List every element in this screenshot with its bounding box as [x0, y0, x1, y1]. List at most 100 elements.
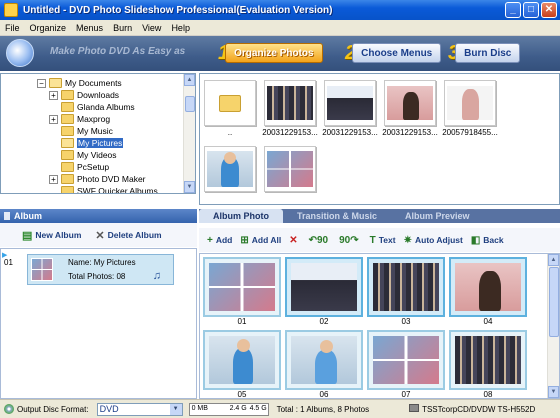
tree-item-my-music[interactable]: My Music	[49, 125, 113, 137]
organize-photos-button[interactable]: Organize Photos	[225, 43, 323, 63]
step-burn-disc[interactable]: 3 Burn Disc	[448, 40, 521, 66]
tree-item-pcsetup[interactable]: PcSetup	[49, 161, 109, 173]
minimize-button[interactable]: _	[505, 2, 521, 18]
album-photo-cell[interactable]	[449, 330, 527, 390]
album-photo	[209, 336, 275, 384]
delete-album-button[interactable]: ✕ Delete Album	[95, 229, 161, 242]
album-index: 01	[2, 251, 13, 267]
collapse-icon[interactable]: −	[37, 78, 46, 88]
album-photo-caption: 02	[319, 317, 329, 326]
tree-item-my-pictures[interactable]: My Pictures	[49, 137, 124, 149]
text-button[interactable]: T Text	[370, 235, 396, 246]
file-thumb[interactable]	[324, 80, 376, 126]
photo-toolbar: + Add ⊞ Add All ✕ ↶90 90↷ T Text ✷ Auto …	[199, 228, 560, 252]
scroll-thumb[interactable]	[185, 96, 195, 112]
menu-file[interactable]: File	[0, 23, 25, 33]
title-bar: Untitled - DVD Photo Slideshow Professio…	[0, 0, 560, 20]
disc-format-select[interactable]: DVD ▼	[96, 402, 183, 416]
album-photo-cell[interactable]	[203, 257, 281, 317]
file-thumb[interactable]	[204, 146, 256, 192]
file-caption: 20031229153...	[262, 128, 318, 137]
album-panel-header: Album	[0, 209, 197, 223]
disc-format-value: DVD	[99, 403, 119, 414]
tree-item-my-documents[interactable]: − My Documents	[37, 77, 122, 89]
tree-item-downloads[interactable]: + Downloads	[49, 89, 119, 101]
auto-adjust-button[interactable]: ✷ Auto Adjust	[404, 235, 463, 246]
tab-album-preview[interactable]: Album Preview	[391, 209, 484, 223]
rotate-right-button[interactable]: 90↷	[339, 235, 362, 246]
chevron-down-icon[interactable]: ▼	[169, 403, 182, 415]
file-thumb[interactable]	[444, 80, 496, 126]
rotate-left-button[interactable]: ↶90	[309, 235, 332, 246]
choose-menus-button[interactable]: Choose Menus	[352, 43, 442, 63]
new-album-button[interactable]: ▤ New Album	[22, 229, 81, 242]
tree-item-label: PcSetup	[77, 162, 110, 172]
file-thumb-parent-folder[interactable]	[204, 80, 256, 126]
window-title: Untitled - DVD Photo Slideshow Professio…	[23, 4, 333, 16]
album-cover-thumb	[31, 258, 53, 281]
scroll-down-arrow-icon[interactable]: ▼	[548, 386, 559, 398]
burn-disc-button[interactable]: Burn Disc	[455, 43, 521, 63]
album-photo-cell[interactable]	[203, 330, 281, 390]
menu-organize[interactable]: Organize	[25, 23, 72, 33]
add-button[interactable]: + Add	[207, 235, 232, 246]
scroll-thumb[interactable]	[549, 267, 559, 337]
tree-item-swf-quicker-albums[interactable]: SWF Quicker Albums	[49, 185, 158, 193]
expand-icon[interactable]: +	[49, 114, 58, 124]
remove-icon: ✕	[289, 234, 298, 246]
tree-scrollbar[interactable]: ▲ ▼	[183, 74, 195, 193]
tree-item-my-videos[interactable]: My Videos	[49, 149, 117, 161]
file-thumb[interactable]	[264, 80, 316, 126]
album-photo-cell[interactable]	[367, 257, 445, 317]
tab-transition-music[interactable]: Transition & Music	[283, 209, 391, 223]
close-button[interactable]: ✕	[541, 2, 557, 18]
back-button[interactable]: ◧ Back	[471, 235, 504, 246]
menu-view[interactable]: View	[137, 23, 166, 33]
tree-item-photo-dvd-maker[interactable]: + Photo DVD Maker	[49, 173, 146, 185]
album-photo	[291, 336, 357, 384]
expand-icon[interactable]: +	[49, 90, 58, 100]
scroll-down-arrow-icon[interactable]: ▼	[184, 181, 195, 193]
expand-icon[interactable]: +	[49, 174, 58, 184]
folder-icon	[61, 162, 74, 172]
folder-icon	[61, 150, 74, 160]
album-photo-cell[interactable]	[285, 257, 363, 317]
album-photo	[373, 263, 439, 311]
add-all-button[interactable]: ⊞ Add All	[240, 235, 281, 246]
window-controls: _ □ ✕	[505, 2, 557, 18]
file-thumbnail-panel[interactable]: .. 20031229153... 20031229153... 2003122…	[199, 73, 560, 205]
grid-scrollbar[interactable]: ▲ ▼	[547, 254, 559, 398]
remove-photo-button[interactable]: ✕	[289, 235, 300, 246]
tab-album-photo[interactable]: Album Photo	[199, 209, 283, 223]
file-caption: ..	[227, 128, 233, 137]
file-thumb[interactable]	[264, 146, 316, 192]
folder-icon	[61, 102, 74, 112]
tree-item-maxprog[interactable]: + Maxprog	[49, 113, 110, 125]
scroll-up-arrow-icon[interactable]: ▲	[184, 74, 195, 86]
menu-burn[interactable]: Burn	[108, 23, 137, 33]
album-photo-count: Total Photos: 08	[68, 272, 126, 281]
scroll-up-arrow-icon[interactable]: ▲	[548, 254, 559, 266]
album-photo-cell[interactable]	[449, 257, 527, 317]
album-photo-cell[interactable]	[367, 330, 445, 390]
album-photo-cell[interactable]	[285, 330, 363, 390]
photo-boy	[207, 151, 253, 187]
menu-menus[interactable]: Menus	[71, 23, 108, 33]
file-thumb[interactable]	[384, 80, 436, 126]
tree-item-glanda-albums[interactable]: Glanda Albums	[49, 101, 135, 113]
folder-icon	[61, 186, 74, 193]
step-organize-photos[interactable]: 1 Organize Photos	[218, 40, 323, 66]
folder-tree[interactable]: − My Documents + Downloads Glanda Albums…	[0, 73, 196, 194]
auto-adjust-icon: ✷	[403, 234, 412, 246]
menu-help[interactable]: Help	[166, 23, 195, 33]
delete-icon: ✕	[95, 229, 105, 242]
maximize-button[interactable]: □	[523, 2, 539, 18]
album-photo-grid[interactable]: 01 02 03 04 05 06 07 08 ▲ ▼	[199, 253, 560, 399]
folder-open-icon	[61, 138, 74, 148]
album-item[interactable]: Name: My Pictures Total Photos: 08 ♫	[27, 254, 174, 285]
step-choose-menus[interactable]: 2 Choose Menus	[345, 40, 442, 66]
folder-icon	[61, 174, 74, 184]
logo-icon	[6, 39, 34, 67]
folder-icon	[61, 114, 74, 124]
album-list[interactable]: Name: My Pictures Total Photos: 08 ♫	[0, 248, 197, 399]
